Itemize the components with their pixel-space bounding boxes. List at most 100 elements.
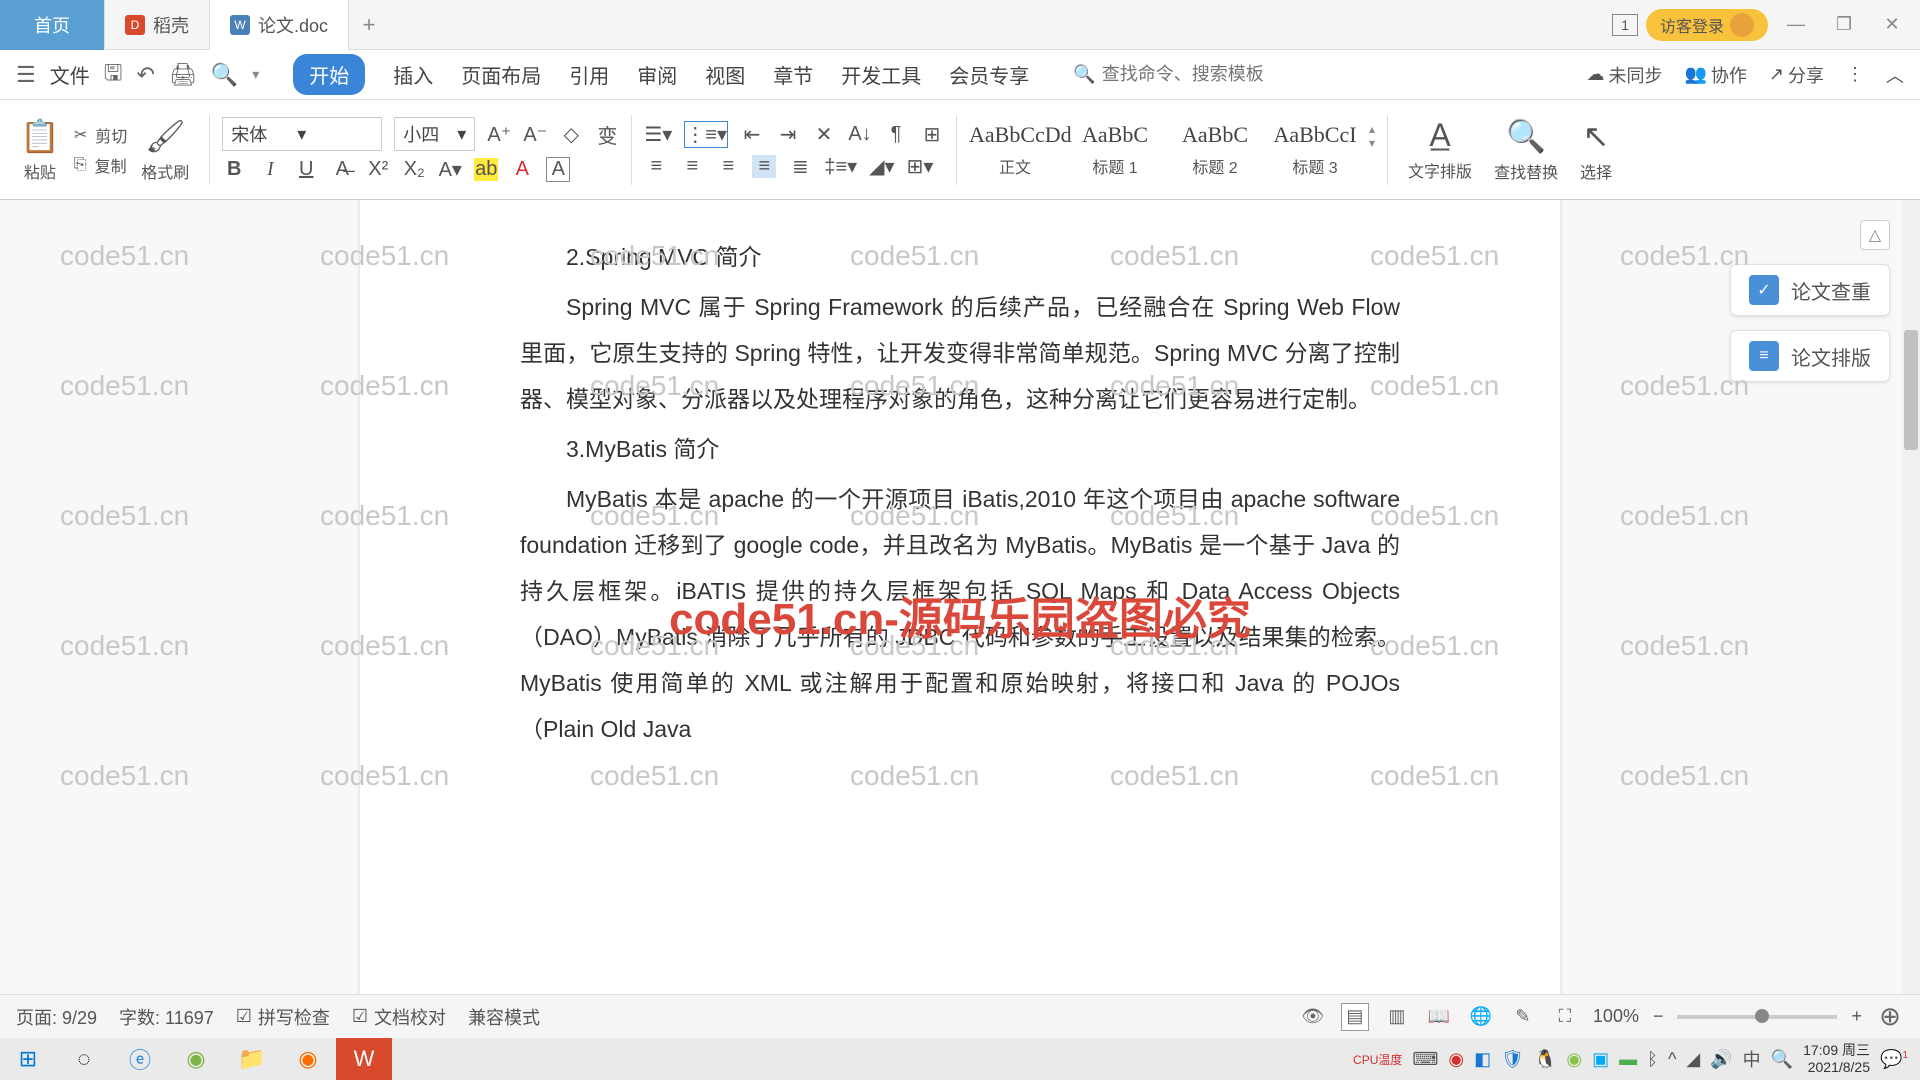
app-icon[interactable]: ◉ xyxy=(280,1038,336,1080)
menu-reference[interactable]: 引用 xyxy=(569,54,609,95)
strikethrough-button[interactable]: A̶ xyxy=(330,158,354,181)
format-painter[interactable]: 🖌 格式刷 xyxy=(133,117,197,183)
new-tab-button[interactable]: + xyxy=(349,12,389,38)
collapse-ribbon-icon[interactable]: ︿ xyxy=(1886,62,1904,88)
align-left-button[interactable]: ≡ xyxy=(644,155,668,178)
ime-indicator[interactable]: 中 xyxy=(1743,1046,1761,1072)
font-size-select[interactable]: 小四▾ xyxy=(394,117,475,151)
search-area[interactable]: 🔍 xyxy=(1073,64,1321,85)
tray-icon[interactable]: ▣ xyxy=(1592,1049,1609,1070)
print-icon[interactable]: 🖨 xyxy=(169,62,197,88)
word-count[interactable]: 字数: 11697 xyxy=(119,1004,214,1030)
menu-icon[interactable]: ☰ xyxy=(16,62,36,88)
tray-icon[interactable]: ▬ xyxy=(1619,1049,1637,1070)
cpu-temp[interactable]: CPU温度 xyxy=(1353,1051,1402,1068)
tray-icon[interactable]: ◉ xyxy=(1566,1049,1582,1070)
tray-icon[interactable]: ◉ xyxy=(1448,1049,1464,1070)
sync-status[interactable]: ☁ 未同步 xyxy=(1586,62,1662,88)
side-panel-toggle[interactable]: △ xyxy=(1860,220,1890,250)
qa-dropdown[interactable]: ▾ xyxy=(252,66,259,83)
cut-button[interactable]: ✂剪切 xyxy=(74,123,127,147)
fit-width-icon[interactable]: ⛶ xyxy=(1551,1003,1579,1031)
menu-devtools[interactable]: 开发工具 xyxy=(841,54,921,95)
search-input[interactable] xyxy=(1102,64,1322,85)
phonetic-icon[interactable]: 变 xyxy=(595,120,619,149)
highlight-button[interactable]: ab xyxy=(474,158,498,181)
collab-button[interactable]: 👥 协作 xyxy=(1684,62,1746,88)
bluetooth-icon[interactable]: ᛒ xyxy=(1647,1049,1658,1070)
login-button[interactable]: 访客登录 xyxy=(1646,9,1768,41)
tray-icon[interactable]: 🛡 xyxy=(1501,1049,1524,1070)
tray-up-icon[interactable]: ^ xyxy=(1668,1049,1676,1070)
tray-icon[interactable]: 🐧 xyxy=(1534,1049,1556,1070)
start-button[interactable]: ⊞ xyxy=(0,1038,56,1080)
document-page[interactable]: 2.Spring MVC 简介 Spring MVC 属于 Spring Fra… xyxy=(360,200,1560,1030)
italic-button[interactable]: I xyxy=(258,158,282,181)
zoom-handle[interactable] xyxy=(1755,1009,1769,1023)
more-icon[interactable]: ⋮ xyxy=(1846,64,1864,85)
find-replace[interactable]: 🔍查找替换 xyxy=(1486,117,1566,183)
menu-insert[interactable]: 插入 xyxy=(393,54,433,95)
clear-format-icon[interactable]: ◇ xyxy=(559,122,583,147)
wifi-icon[interactable]: ◢ xyxy=(1686,1049,1700,1070)
increase-indent-button[interactable]: ⇥ xyxy=(776,122,800,147)
copy-button[interactable]: ⎘复制 xyxy=(74,153,127,177)
zoom-slider[interactable] xyxy=(1677,1015,1837,1019)
align-right-button[interactable]: ≡ xyxy=(716,155,740,178)
zoom-out-button[interactable]: − xyxy=(1653,1006,1664,1027)
line-spacing-button[interactable]: ‡≡▾ xyxy=(824,154,857,179)
bold-button[interactable]: B xyxy=(222,158,246,181)
justify-button[interactable]: ≡ xyxy=(752,155,776,178)
file-menu[interactable]: 文件 xyxy=(50,60,90,89)
volume-icon[interactable]: 🔊 xyxy=(1710,1049,1732,1070)
shading-button[interactable]: ◢▾ xyxy=(869,154,894,179)
superscript-button[interactable]: X² xyxy=(366,158,390,181)
tab-document[interactable]: W 论文.doc xyxy=(210,0,349,50)
char-border-button[interactable]: A xyxy=(546,157,570,182)
numbering-button[interactable]: ⋮≡▾ xyxy=(684,121,728,148)
paper-check-button[interactable]: ✓论文查重 xyxy=(1730,264,1890,316)
select[interactable]: ↖选择 xyxy=(1572,117,1620,183)
zoom-level[interactable]: 100% xyxy=(1593,1006,1639,1027)
underline-button[interactable]: U xyxy=(294,158,318,181)
paste-group[interactable]: 📋 粘贴 xyxy=(12,117,68,183)
tab-daoке[interactable]: D 稻壳 xyxy=(105,0,210,50)
align-center-button[interactable]: ≡ xyxy=(680,155,704,178)
print-layout-icon[interactable]: ▤ xyxy=(1341,1003,1369,1031)
cortana-icon[interactable]: ◌ xyxy=(56,1038,112,1080)
asian-layout-button[interactable]: ✕ xyxy=(812,122,836,147)
menu-review[interactable]: 审阅 xyxy=(637,54,677,95)
eye-icon[interactable]: 👁 xyxy=(1299,1003,1327,1031)
tray-icon[interactable]: ◧ xyxy=(1474,1049,1491,1070)
clock[interactable]: 17:09 周三 2021/8/25 xyxy=(1803,1042,1870,1076)
preview-icon[interactable]: 🔍 xyxy=(211,62,238,88)
share-button[interactable]: ↗ 分享 xyxy=(1769,62,1824,88)
zoom-in-button[interactable]: + xyxy=(1851,1006,1862,1027)
show-marks-button[interactable]: ¶ xyxy=(884,123,908,146)
settings-icon[interactable]: ⊕ xyxy=(1876,1003,1904,1031)
scroll-thumb[interactable] xyxy=(1904,330,1918,450)
menu-chapter[interactable]: 章节 xyxy=(773,54,813,95)
subscript-button[interactable]: X₂ xyxy=(402,158,426,181)
notification-icon[interactable]: 💬1 xyxy=(1880,1049,1908,1070)
menu-view[interactable]: 视图 xyxy=(705,54,745,95)
style-normal[interactable]: AaBbCcDd正文 xyxy=(969,122,1061,178)
ie-icon[interactable]: ⓔ xyxy=(112,1038,168,1080)
decrease-font-icon[interactable]: A⁻ xyxy=(523,122,547,147)
distribute-button[interactable]: ≣ xyxy=(788,154,812,179)
scrollbar[interactable] xyxy=(1902,200,1920,1030)
tab-home[interactable]: 首页 xyxy=(0,0,105,50)
explorer-icon[interactable]: 📁 xyxy=(224,1038,280,1080)
style-heading3[interactable]: AaBbCcI标题 3 xyxy=(1269,122,1361,178)
tray-icon[interactable]: ⌨ xyxy=(1412,1049,1438,1070)
page-count[interactable]: 页面: 9/29 xyxy=(16,1004,97,1030)
text-effects-button[interactable]: A▾ xyxy=(438,157,462,182)
borders-button[interactable]: ⊞▾ xyxy=(907,154,934,179)
font-color-button[interactable]: A xyxy=(510,158,534,181)
proofing[interactable]: ☑ 文档校对 xyxy=(352,1004,446,1030)
search-tray-icon[interactable]: 🔍 xyxy=(1771,1049,1793,1070)
restore-button[interactable]: ❐ xyxy=(1824,13,1864,37)
menu-member[interactable]: 会员专享 xyxy=(949,54,1029,95)
outline-view-icon[interactable]: ▥ xyxy=(1383,1003,1411,1031)
bullets-button[interactable]: ☰▾ xyxy=(644,122,672,147)
